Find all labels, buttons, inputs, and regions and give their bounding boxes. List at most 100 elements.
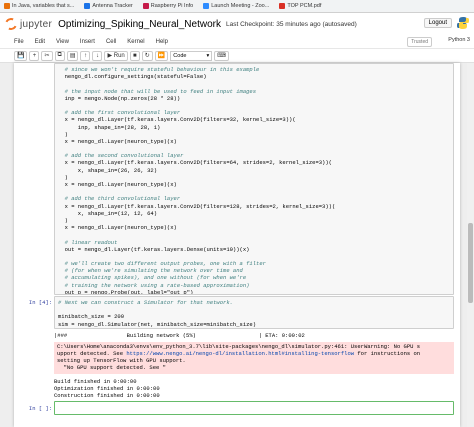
notebook-header: jupyter Optimizing_Spiking_Neural_Networ… <box>0 13 474 35</box>
notebook-toolbar: 💾 + ✂ ⧉ ▤ ↑ ↓ ▶ Run ■ ↻ ⏩ Code ▾ ⌨ <box>0 49 474 63</box>
cell-prompt: In [ ]: <box>28 405 52 412</box>
code-line: x, shape_in=(26, 26, 32) <box>58 166 158 174</box>
code-line: # Next we can construct a Simulator for … <box>58 299 233 306</box>
interrupt-icon[interactable]: ■ <box>129 50 140 61</box>
output-line: Construction finished in 0:00:00 <box>54 392 160 399</box>
install-link[interactable]: https://www.nengo.ai/nengo-dl/installati… <box>126 350 354 357</box>
code-line: sim = nengo_dl.Simulator(net, minibatch_… <box>58 320 257 328</box>
output-line: C:\Users\Home\anaconda3\envs\env_python_… <box>57 343 421 350</box>
output-line: Optimization finished in 0:00:00 <box>54 385 160 392</box>
jupyter-logo-text: jupyter <box>20 18 53 30</box>
bookmark-icon <box>279 3 286 9</box>
output-line: upport detected. See https://www.nengo.a… <box>57 350 421 357</box>
code-line: x = nengo_dl.Layer(tf.keras.layers.Conv2… <box>58 159 332 167</box>
bookmark-icon <box>84 3 91 9</box>
code-line: # linear readout <box>58 238 118 246</box>
code-line: # the input node that will be used to fe… <box>58 87 257 95</box>
copy-icon[interactable]: ⧉ <box>54 50 65 61</box>
code-line: x = nengo_dl.Layer(tf.keras.layers.Conv2… <box>58 202 336 210</box>
jupyter-logo-icon <box>3 16 19 32</box>
menu-item-file[interactable]: File <box>14 39 24 45</box>
code-line: # we'll create two different output prob… <box>58 260 266 268</box>
code-line: # accumulating spikes), and one without … <box>58 274 247 282</box>
code-line: x = nengo_dl.Layer(neuron_type)(x) <box>58 224 177 232</box>
add-cell-icon[interactable]: + <box>29 50 40 61</box>
bookmarks-bar: In Java, variables that s... Antenna Trac… <box>0 0 474 13</box>
move-up-icon[interactable]: ↑ <box>80 50 91 61</box>
run-button[interactable]: ▶ Run <box>104 50 128 61</box>
menu-item-view[interactable]: View <box>56 39 69 45</box>
bookmark-item[interactable]: TOP PCM.pdf <box>279 3 321 9</box>
menu-item-cell[interactable]: Cell <box>106 39 116 45</box>
jupyter-logo[interactable]: jupyter <box>3 16 53 32</box>
bookmark-item[interactable]: Antenna Tracker <box>84 3 133 9</box>
cut-icon[interactable]: ✂ <box>41 50 53 61</box>
code-line: ) <box>58 216 68 224</box>
bookmark-icon <box>142 3 149 9</box>
menu-item-edit[interactable]: Edit <box>35 39 45 45</box>
output-line: "No GPU support detected. See " <box>57 364 166 371</box>
chevron-down-icon: ▾ <box>206 52 210 59</box>
code-line: minibatch_size = 200 <box>58 313 125 321</box>
trusted-indicator[interactable]: Trusted <box>407 37 432 47</box>
code-line: out_p = nengo.Probe(out, label="out_p") <box>58 288 194 295</box>
bookmark-item[interactable]: Raspberry Pi Info <box>142 3 194 9</box>
code-line: # add the first convolutional layer <box>58 109 181 117</box>
menu-item-insert[interactable]: Insert <box>80 39 95 45</box>
bookmark-icon <box>203 3 210 9</box>
output-line: setting up TensorFlow with GPU support. <box>57 357 186 364</box>
notebook-name[interactable]: Optimizing_Spiking_Neural_Network <box>58 19 221 30</box>
move-down-icon[interactable]: ↓ <box>92 50 103 61</box>
restart-icon[interactable]: ↻ <box>141 50 153 61</box>
code-editor[interactable]: # Next we can construct a Simulator for … <box>54 296 454 329</box>
bookmark-label: Launch Meeting - Zoo... <box>211 3 270 9</box>
code-editor-empty[interactable] <box>54 401 454 415</box>
python-logo-icon <box>457 17 469 29</box>
cell-type-select[interactable]: Code ▾ <box>170 50 213 61</box>
code-line: nengo_dl.configure_settings(stateful=Fal… <box>58 73 207 81</box>
restart-run-icon[interactable]: ⏩ <box>154 50 169 61</box>
code-line: ) <box>58 130 68 138</box>
code-line: # training the network using a rate-base… <box>58 281 250 289</box>
cell-prompt: In [4]: <box>28 299 52 306</box>
logout-button[interactable]: Logout <box>423 18 452 28</box>
bookmark-item[interactable]: Launch Meeting - Zoo... <box>203 3 269 9</box>
code-line: # add the second convolutional layer <box>58 152 184 160</box>
code-line: out = nengo_dl.Layer(tf.keras.layers.Den… <box>58 245 250 253</box>
menu-item-kernel[interactable]: Kernel <box>127 39 144 45</box>
code-line: x, shape_in=(12, 12, 64) <box>58 209 158 217</box>
bookmark-label: In Java, variables that s... <box>12 3 75 9</box>
notebook-container: # since we won't require stateful behavi… <box>14 63 460 427</box>
stdout-output: Build finished in 0:00:00 Optimization fi… <box>54 378 454 399</box>
code-line: x = nengo_dl.Layer(tf.keras.layers.Conv2… <box>58 116 296 124</box>
kernel-indicator[interactable]: Python 3 <box>448 37 470 43</box>
cell-type-value: Code <box>173 52 187 59</box>
progress-output: |### Building network (5%) | ETA: 0:00:0… <box>54 332 305 339</box>
code-line: # since we won't require stateful behavi… <box>58 66 260 73</box>
code-line: x = nengo_dl.Layer(neuron_type)(x) <box>58 181 177 188</box>
save-icon[interactable]: 💾 <box>14 50 28 61</box>
scrollbar[interactable] <box>467 63 474 427</box>
menu-item-help[interactable]: Help <box>156 39 168 45</box>
output-line: Build finished in 0:00:00 <box>54 378 137 385</box>
scrollbar-thumb[interactable] <box>468 223 473 303</box>
checkpoint-status: Last Checkpoint: 35 minutes ago (autosav… <box>225 20 357 28</box>
code-line: inp = nengo.Node(np.zeros(28 * 28)) <box>58 94 181 102</box>
menu-bar: File Edit View Insert Cell Kernel Help Trusted … <box>0 35 474 49</box>
bookmark-item[interactable]: In Java, variables that s... <box>4 3 74 9</box>
paste-icon[interactable]: ▤ <box>66 50 79 61</box>
bookmark-label: Raspberry Pi Info <box>150 3 194 9</box>
bookmark-label: Antenna Tracker <box>92 3 133 9</box>
code-line: inp, shape_in=(28, 28, 1) <box>58 123 161 131</box>
code-line: x = nengo_dl.Layer(neuron_type)(x) <box>58 137 177 145</box>
code-line: # add the third convolutional layer <box>58 195 181 203</box>
code-editor[interactable]: # since we won't require stateful behavi… <box>54 63 454 295</box>
keyboard-icon[interactable]: ⌨ <box>214 50 229 61</box>
